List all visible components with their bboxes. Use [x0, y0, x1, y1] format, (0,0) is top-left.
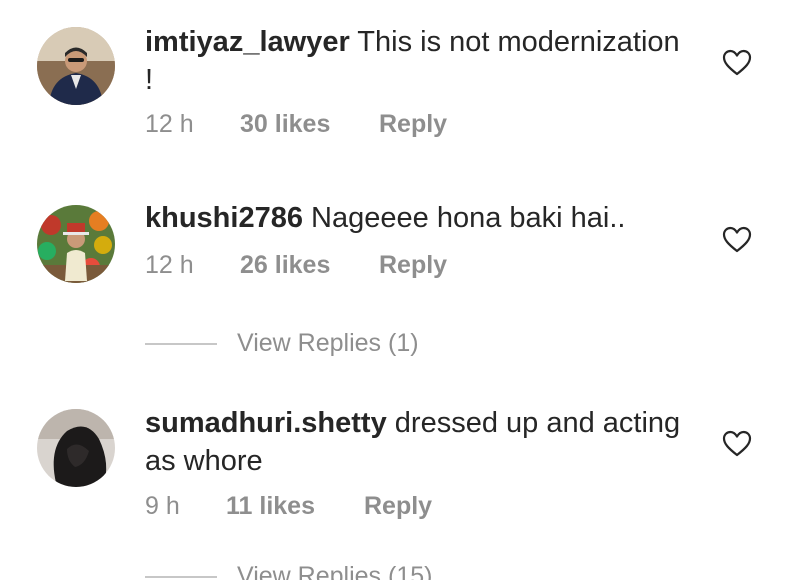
comment-time: 12 h: [145, 110, 194, 138]
divider-line: [145, 343, 217, 346]
comment-likes[interactable]: 30 likes: [240, 110, 379, 139]
view-replies-label: View Replies (1): [237, 329, 419, 357]
heart-icon[interactable]: [722, 225, 752, 253]
heart-icon[interactable]: [722, 48, 752, 76]
reply-button[interactable]: Reply: [379, 110, 447, 139]
comments-feed: imtiyaz_lawyer This is not modernization…: [0, 0, 800, 580]
comment-text: Nageeee hona baki hai..: [311, 202, 626, 234]
comment-likes[interactable]: 26 likes: [240, 251, 379, 280]
comment-meta: 12 h 30 likes Reply: [145, 110, 447, 139]
reply-button[interactable]: Reply: [379, 251, 447, 280]
comment-text-block: imtiyaz_lawyer This is not modernization…: [145, 23, 685, 99]
comment-likes[interactable]: 11 likes: [226, 492, 364, 521]
heart-icon[interactable]: [722, 429, 752, 457]
comment-text-block: khushi2786 Nageeee hona baki hai..: [145, 199, 685, 237]
avatar-image: [37, 27, 115, 105]
comment-time: 12 h: [145, 251, 194, 279]
view-replies-button[interactable]: View Replies (15): [145, 562, 432, 580]
comment-text-block: sumadhuri.shetty dressed up and acting a…: [145, 404, 685, 480]
reply-button[interactable]: Reply: [364, 492, 432, 521]
comment-username[interactable]: khushi2786: [145, 202, 303, 234]
comment-username[interactable]: sumadhuri.shetty: [145, 407, 387, 439]
avatar-image: [37, 409, 115, 487]
view-replies-button[interactable]: View Replies (1): [145, 329, 419, 358]
comment-meta: 12 h 26 likes Reply: [145, 251, 447, 280]
divider-line: [145, 576, 217, 579]
avatar[interactable]: [37, 27, 115, 105]
comment-meta: 9 h 11 likes Reply: [145, 492, 432, 521]
comment-username[interactable]: imtiyaz_lawyer: [145, 26, 350, 58]
avatar-image: [37, 205, 115, 283]
view-replies-label: View Replies (15): [237, 562, 433, 580]
avatar[interactable]: [37, 205, 115, 283]
avatar[interactable]: [37, 409, 115, 487]
comment-time: 9 h: [145, 492, 180, 520]
